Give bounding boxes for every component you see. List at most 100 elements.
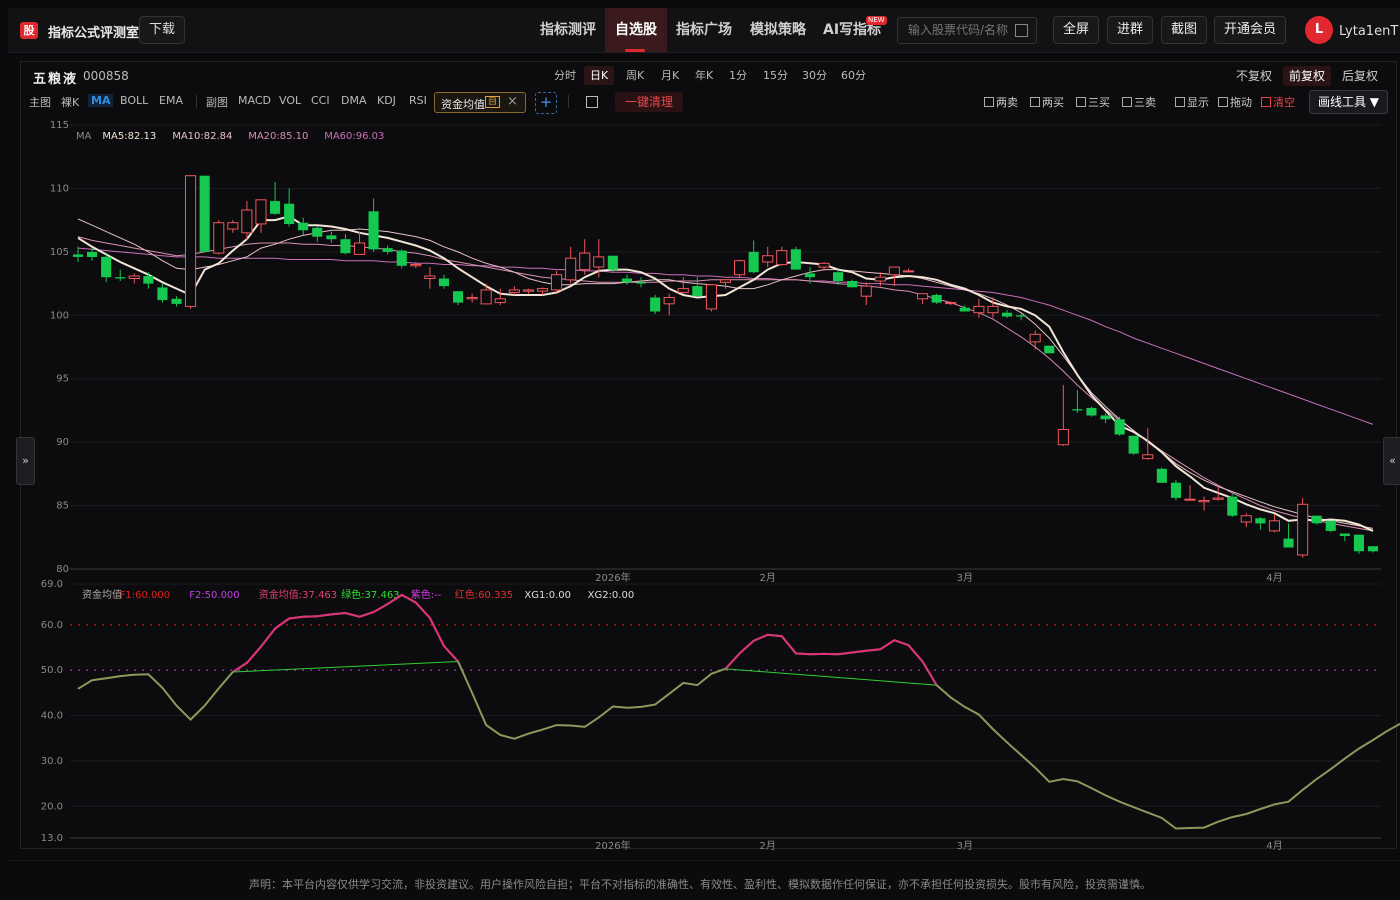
x-tick-label: 4月 (1266, 840, 1282, 852)
candle-body (1297, 503, 1309, 556)
candle-body (438, 278, 449, 287)
candle-body (579, 252, 591, 271)
candle-body (621, 278, 632, 283)
candle-body (185, 175, 197, 307)
y-tick-label: 20.0 (41, 801, 63, 812)
candle-body (888, 266, 900, 276)
candle-body (1268, 520, 1281, 532)
candle-body (508, 289, 520, 293)
legend-entry: F1:60.000 (120, 590, 170, 601)
candle-body (1198, 500, 1210, 503)
candle-body (945, 302, 957, 305)
y-tick-label: 95 (56, 374, 69, 385)
candle-body (396, 250, 407, 266)
candle-body (241, 209, 253, 234)
candle-body (453, 291, 464, 303)
legend-entry: 红色:60.335 (455, 588, 513, 601)
candle-body (833, 272, 844, 282)
fund-average-highlight (232, 593, 459, 673)
candle-body (199, 175, 210, 252)
candle-body (326, 235, 337, 240)
candle-body (480, 289, 492, 305)
candle-body (1325, 520, 1336, 531)
x-tick-label: 3月 (957, 840, 973, 852)
y-tick-label: 80 (56, 564, 69, 575)
candle-body (860, 285, 872, 297)
legend-entry: MA10:82.84 (172, 131, 232, 142)
candle-body (1128, 435, 1139, 454)
y-tick-label: 69.0 (41, 579, 63, 590)
candle-body (284, 203, 295, 224)
y-tick-label: 115 (50, 120, 69, 131)
candle-body (1002, 312, 1013, 317)
candle-body (917, 293, 929, 300)
candle-body (1086, 407, 1097, 416)
y-tick-label: 105 (50, 247, 69, 258)
candle-body (1184, 498, 1196, 501)
candle-body (354, 242, 366, 255)
candle-body (213, 222, 225, 254)
candle-body (874, 276, 886, 282)
candle-body (705, 284, 718, 310)
candle-body (790, 249, 801, 270)
candle-body (902, 270, 915, 273)
candle-body (636, 282, 647, 284)
candle-body (1072, 409, 1083, 411)
candle-body (1339, 533, 1350, 536)
candle-body (973, 305, 985, 314)
disclaimer: 声明：本平台内容仅供学习交流，非投资建议。用户操作风险自担；平台不对指标的准确性… (249, 878, 1151, 891)
legend-entry: MA (76, 131, 92, 142)
candle-body (157, 287, 168, 301)
candle-body (340, 239, 351, 254)
candle-body (593, 256, 605, 268)
candle-body (1057, 429, 1069, 446)
candle-body (270, 201, 281, 214)
candle-body (719, 279, 732, 283)
legend-entry: MA20:85.10 (248, 131, 308, 142)
candle-body (734, 260, 746, 276)
y-tick-label: 40.0 (41, 711, 63, 722)
candle-body (1353, 534, 1364, 552)
expand-right-button[interactable]: « (1383, 437, 1400, 485)
x-tick-label: 4月 (1266, 572, 1282, 584)
candle-body (227, 222, 239, 230)
y-tick-label: 60.0 (41, 620, 63, 631)
x-tick-label: 2月 (760, 840, 776, 852)
candle-body (382, 248, 393, 252)
candle-body (1100, 415, 1111, 420)
candle-body (748, 251, 759, 273)
candle-body (677, 288, 689, 293)
fund-average-highlight (724, 633, 938, 686)
x-tick-label: 2026年 (595, 571, 630, 584)
legend-entry: F2:50.000 (189, 590, 239, 601)
y-tick-label: 85 (56, 501, 69, 512)
candle-body (87, 251, 98, 257)
candle-body (536, 288, 549, 292)
legend-entry: 资金均值 (82, 588, 122, 601)
candle-body (931, 295, 942, 303)
candle-body (128, 275, 140, 279)
candle-body (1311, 515, 1322, 524)
candle-body (1016, 315, 1027, 317)
candle-body (143, 276, 154, 284)
y-tick-label: 13.0 (41, 833, 63, 844)
ma60-line (77, 247, 1374, 425)
y-tick-label: 50.0 (41, 665, 63, 676)
candle-body (312, 227, 323, 237)
candle-body (762, 255, 774, 263)
chart-canvas[interactable]: 115 110 105 100 95 90 85 80 2026年 2月 3月 4月 MA MA5:82.… (0, 0, 1400, 900)
legend-entry: 绿色:37.463 (341, 588, 399, 601)
candle-body (1029, 333, 1041, 343)
candle-body (298, 222, 309, 231)
expand-left-button[interactable]: » (16, 437, 35, 485)
candle-body (1142, 454, 1154, 460)
y-tick-label: 30.0 (41, 756, 63, 767)
legend-entry: 紫色:-- (411, 588, 442, 601)
legend-entry: XG1:0.00 (524, 590, 571, 601)
candle-body (663, 297, 675, 305)
candle-body (551, 274, 563, 291)
candle-body (1212, 497, 1224, 500)
x-tick-label: 2026年 (595, 839, 630, 852)
candle-body (818, 262, 830, 268)
candle-body (1044, 345, 1055, 354)
